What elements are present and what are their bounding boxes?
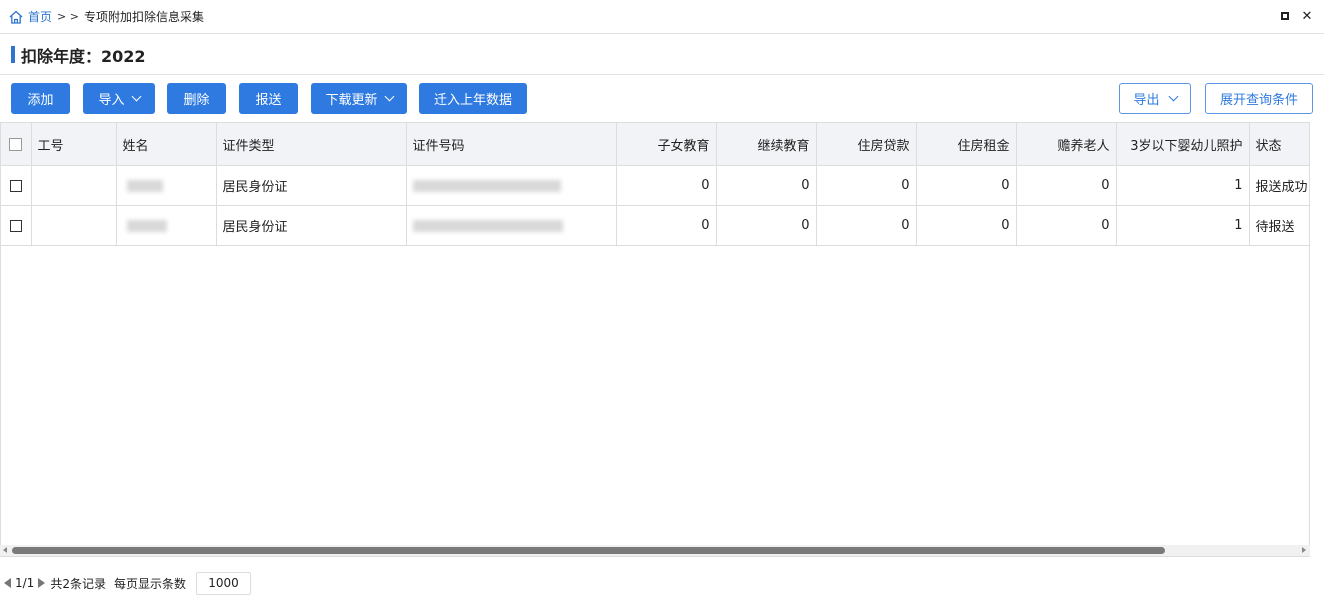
delete-button-label: 删除: [183, 93, 210, 108]
cell-name: [116, 205, 217, 246]
row-select-cell: [1, 205, 32, 246]
cell-housing-rent: 0: [916, 205, 1017, 246]
page-size-label: 每页显示条数: [113, 576, 186, 591]
redacted-name: [126, 179, 163, 192]
pagination: 1/1 共2条记录 每页显示条数: [4, 571, 251, 595]
delete-button[interactable]: 删除: [167, 83, 226, 114]
col-header-continuing-edu[interactable]: 继续教育: [716, 122, 817, 166]
table-header-row: 工号 姓名 证件类型 证件号码 子女教育 继续教育 住房贷款 住房租金 赡养老人…: [1, 122, 1309, 166]
col-header-housing-rent[interactable]: 住房租金: [916, 122, 1017, 166]
cell-housing-loan: 0: [816, 165, 917, 206]
redacted-id-number: [412, 179, 561, 192]
redacted-id-number: [412, 219, 563, 232]
chevron-down-icon: [131, 91, 141, 102]
restore-icon: [1281, 12, 1289, 20]
col-header-status[interactable]: 状态: [1249, 122, 1309, 166]
download-update-button[interactable]: 下载更新: [311, 83, 407, 114]
cell-id-type: 居民身份证: [216, 205, 407, 246]
data-grid: 工号 姓名 证件类型 证件号码 子女教育 继续教育 住房贷款 住房租金 赡养老人…: [0, 122, 1310, 557]
next-page-icon[interactable]: [38, 578, 46, 588]
breadcrumb-home-link[interactable]: 首页: [28, 8, 52, 25]
select-all-checkbox[interactable]: [9, 137, 23, 151]
restore-button[interactable]: [1278, 9, 1292, 23]
year-accent-bar: [11, 46, 15, 63]
home-icon[interactable]: [8, 9, 24, 25]
breadcrumb-bar: 首页 > > 专项附加扣除信息采集 ✕: [0, 0, 1324, 34]
cell-children-edu: 0: [616, 165, 717, 206]
scrollbar-thumb[interactable]: [12, 547, 1165, 554]
import-button-label: 导入: [98, 93, 125, 108]
toolbar: 添加 导入 删除 报送 下载更新 迁入上年数据 导出 展开查询条件: [0, 82, 1324, 116]
export-button[interactable]: 导出: [1119, 83, 1191, 114]
close-button[interactable]: ✕: [1300, 8, 1314, 24]
col-header-emp-no[interactable]: 工号: [31, 122, 117, 166]
import-button[interactable]: 导入: [83, 83, 155, 114]
download-update-button-label: 下载更新: [325, 93, 378, 108]
cell-continuing-edu: 0: [716, 205, 817, 246]
breadcrumb-current: 专项附加扣除信息采集: [83, 10, 204, 24]
cell-continuing-edu: 0: [716, 165, 817, 206]
redacted-name: [126, 219, 167, 232]
cell-housing-loan: 0: [816, 205, 917, 246]
row-checkbox[interactable]: [9, 179, 22, 192]
cell-infant-care: 1: [1116, 205, 1250, 246]
col-header-elderly-support[interactable]: 赡养老人: [1016, 122, 1117, 166]
window-controls: ✕: [1278, 8, 1314, 24]
year-header: 扣除年度：2022: [0, 35, 1324, 75]
cell-elderly-support: 0: [1016, 205, 1117, 246]
cell-emp-no: [31, 165, 117, 206]
cell-status: 待报送: [1249, 205, 1309, 246]
expand-query-button[interactable]: 展开查询条件: [1205, 83, 1313, 114]
cell-infant-care: 1: [1116, 165, 1250, 206]
deduction-table: 工号 姓名 证件类型 证件号码 子女教育 继续教育 住房贷款 住房租金 赡养老人…: [1, 122, 1309, 246]
row-checkbox[interactable]: [9, 219, 22, 232]
cell-id-no: [406, 205, 617, 246]
expand-query-button-label: 展开查询条件: [1219, 93, 1298, 108]
add-button[interactable]: 添加: [11, 83, 70, 114]
record-count: 共2条记录: [50, 576, 106, 591]
cell-children-edu: 0: [616, 205, 717, 246]
submit-button[interactable]: 报送: [239, 83, 298, 114]
cell-name: [116, 165, 217, 206]
select-all-cell: [1, 122, 32, 166]
cell-id-type: 居民身份证: [216, 165, 407, 206]
export-button-label: 导出: [1133, 93, 1160, 108]
horizontal-scrollbar[interactable]: [0, 545, 1310, 556]
scroll-right-icon[interactable]: [1302, 547, 1306, 553]
cell-elderly-support: 0: [1016, 165, 1117, 206]
cell-id-no: [406, 165, 617, 206]
page-indicator: 1/1: [15, 576, 35, 590]
chevron-down-icon: [1168, 91, 1178, 102]
prev-page-icon[interactable]: [4, 578, 11, 588]
submit-button-label: 报送: [255, 93, 282, 108]
add-button-label: 添加: [27, 93, 54, 108]
col-header-id-no[interactable]: 证件号码: [406, 122, 617, 166]
cell-status: 报送成功: [1249, 165, 1309, 206]
breadcrumb-separator: > >: [57, 10, 79, 23]
table-row[interactable]: 居民身份证 0 0 0 0 0 1 待报送: [1, 205, 1309, 246]
page-title: 扣除年度：2022: [21, 46, 146, 66]
cell-housing-rent: 0: [916, 165, 1017, 206]
chevron-down-icon: [384, 91, 394, 102]
scroll-left-icon[interactable]: [3, 547, 7, 553]
col-header-name[interactable]: 姓名: [116, 122, 217, 166]
col-header-id-type[interactable]: 证件类型: [216, 122, 407, 166]
row-select-cell: [1, 165, 32, 206]
migrate-last-year-button-label: 迁入上年数据: [433, 93, 512, 108]
migrate-last-year-button[interactable]: 迁入上年数据: [419, 83, 527, 114]
table-row[interactable]: 居民身份证 0 0 0 0 0 1 报送成功: [1, 165, 1309, 206]
close-icon: ✕: [1301, 8, 1313, 24]
page-size-input[interactable]: [195, 571, 251, 595]
col-header-infant-care[interactable]: 3岁以下婴幼儿照护: [1116, 122, 1250, 166]
col-header-children-edu[interactable]: 子女教育: [616, 122, 717, 166]
cell-emp-no: [31, 205, 117, 246]
col-header-housing-loan[interactable]: 住房贷款: [816, 122, 917, 166]
